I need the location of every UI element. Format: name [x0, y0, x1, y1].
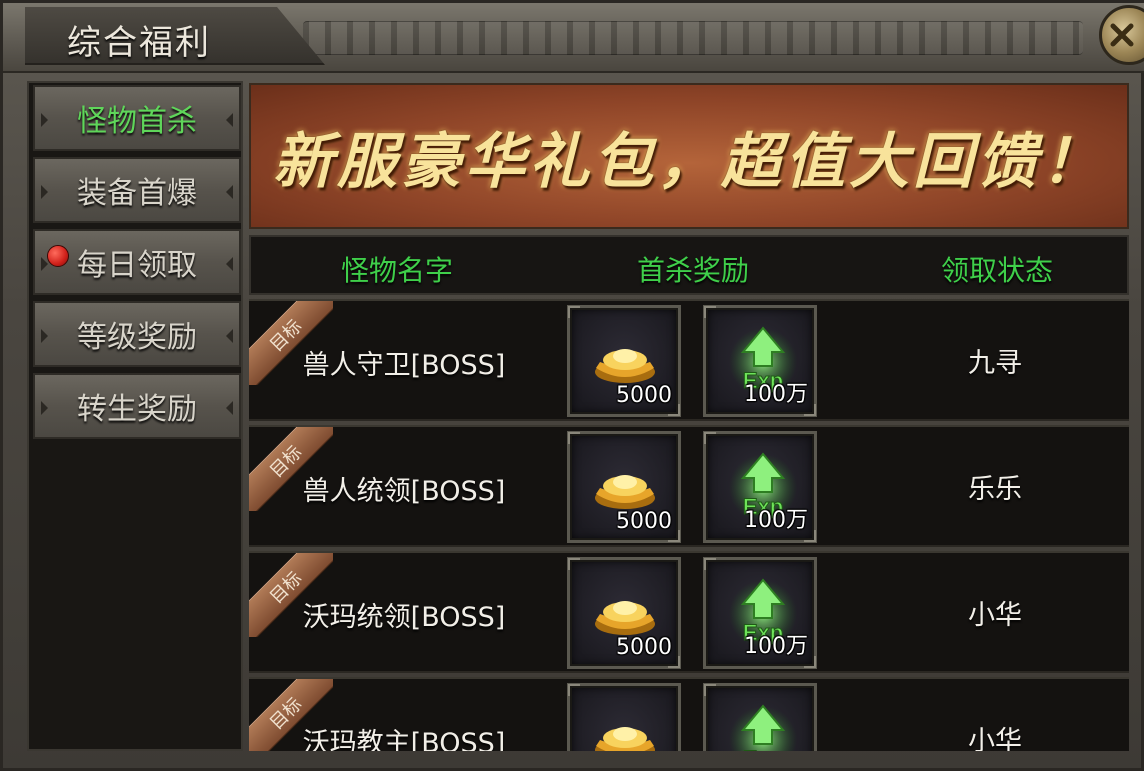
monster-name: 兽人统领[BOSS]	[302, 476, 506, 507]
exp-arrow-icon: Exp	[729, 704, 797, 751]
gold-amount: 5000	[616, 383, 672, 408]
sidebar-item-monster-first-kill[interactable]: 怪物首杀	[33, 85, 241, 151]
sidebar-item-label: 转生奖励	[77, 392, 197, 427]
monster-name: 兽人守卫[BOSS]	[302, 350, 506, 381]
gold-ingot-icon	[595, 601, 655, 635]
title-ornament	[303, 21, 1083, 55]
gold-reward-slot[interactable]	[567, 683, 681, 751]
table-row: 目标 兽人统领[BOSS] 5000 Exp 100万 乐乐	[249, 425, 1129, 547]
gold-reward-slot[interactable]: 5000	[567, 305, 681, 417]
title-bar: 综合福利	[3, 3, 1144, 73]
table-row: 目标 沃玛教主[BOSS] Exp 小华	[249, 677, 1129, 751]
table-row: 目标 兽人守卫[BOSS] 5000 Exp 100万 九寻	[249, 299, 1129, 421]
sidebar-item-level-reward[interactable]: 等级奖励	[33, 301, 241, 367]
sidebar-item-label: 每日领取	[77, 248, 197, 283]
claim-status: 九寻	[968, 348, 1022, 379]
claim-status: 小华	[968, 600, 1022, 631]
exp-reward-slot[interactable]: Exp 100万	[703, 431, 817, 543]
left-arrow-icon	[41, 329, 48, 343]
claim-status: 乐乐	[968, 474, 1022, 505]
gold-ingot-icon	[595, 475, 655, 509]
gold-ingot-icon	[595, 727, 655, 751]
close-button[interactable]	[1099, 5, 1144, 65]
sidebar-item-label: 装备首爆	[77, 176, 197, 211]
close-icon	[1110, 23, 1134, 47]
sidebar-item-equipment-first-drop[interactable]: 装备首爆	[33, 157, 241, 223]
right-arrow-icon	[226, 329, 233, 343]
table-row: 目标 沃玛统领[BOSS] 5000 Exp 100万 小华	[249, 551, 1129, 673]
notification-dot-icon	[47, 245, 69, 267]
gold-reward-slot[interactable]: 5000	[567, 431, 681, 543]
exp-amount: 100万	[744, 634, 808, 659]
monster-name: 沃玛统领[BOSS]	[302, 602, 506, 633]
left-arrow-icon	[41, 113, 48, 127]
promo-banner: 新服豪华礼包，超值大回馈！	[249, 83, 1129, 229]
left-arrow-icon	[41, 185, 48, 199]
gold-amount: 5000	[616, 509, 672, 534]
exp-amount: 100万	[744, 508, 808, 533]
column-header-claim-status: 领取状态	[941, 254, 1054, 287]
gold-ingot-icon	[595, 349, 655, 383]
reward-list[interactable]: 目标 兽人守卫[BOSS] 5000 Exp 100万 九寻 目标 兽人统领[B…	[249, 299, 1129, 751]
claim-status: 小华	[968, 726, 1022, 751]
right-arrow-icon	[226, 185, 233, 199]
banner-text: 新服豪华礼包，超值大回馈！	[273, 126, 1105, 197]
sidebar-item-label: 怪物首杀	[77, 104, 197, 139]
table-header: 怪物名字 首杀奖励 领取状态	[249, 235, 1129, 295]
gold-reward-slot[interactable]: 5000	[567, 557, 681, 669]
gold-amount: 5000	[616, 635, 672, 660]
welfare-window: 综合福利 怪物首杀 装备首爆 每日领取 等级奖励 转生奖励 新服豪华礼包，超值大…	[0, 0, 1144, 771]
right-arrow-icon	[226, 113, 233, 127]
column-header-monster-name: 怪物名字	[341, 254, 454, 287]
left-arrow-icon	[41, 401, 48, 415]
sidebar-item-rebirth-reward[interactable]: 转生奖励	[33, 373, 241, 439]
right-arrow-icon	[226, 257, 233, 271]
exp-reward-slot[interactable]: Exp 100万	[703, 557, 817, 669]
right-arrow-icon	[226, 401, 233, 415]
sidebar: 怪物首杀 装备首爆 每日领取 等级奖励 转生奖励	[27, 81, 243, 751]
exp-reward-slot[interactable]: Exp	[703, 683, 817, 751]
window-title: 综合福利	[67, 23, 211, 63]
svg-text:Exp: Exp	[743, 746, 783, 751]
column-header-first-kill-reward: 首杀奖励	[637, 254, 750, 287]
exp-amount: 100万	[744, 382, 808, 407]
exp-reward-slot[interactable]: Exp 100万	[703, 305, 817, 417]
sidebar-item-daily-claim[interactable]: 每日领取	[33, 229, 241, 295]
sidebar-item-label: 等级奖励	[77, 320, 197, 355]
monster-name: 沃玛教主[BOSS]	[302, 728, 506, 751]
